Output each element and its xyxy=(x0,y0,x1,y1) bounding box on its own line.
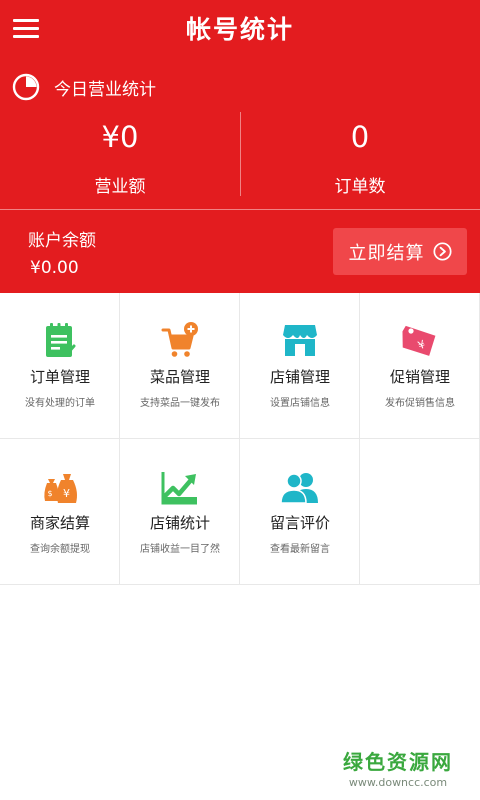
orders-value: 0 xyxy=(350,120,370,154)
revenue-stat: ¥0 营业额 xyxy=(0,112,240,198)
grid-item-name: 留言评价 xyxy=(269,514,330,532)
balance-label: 账户余额 xyxy=(28,231,96,251)
grid-item-store-management[interactable]: 店铺管理 设置店铺信息 xyxy=(240,293,360,439)
grid-item-desc: 查询余额提现 xyxy=(30,544,90,555)
function-grid: 订单管理 没有处理的订单 菜品管理 支持菜品一键发布 店铺管理 设置店铺信息 ¥… xyxy=(0,293,480,586)
orders-stat: 0 订单数 xyxy=(240,112,480,198)
watermark-url: www.downcc.com xyxy=(348,776,448,789)
grid-item-name: 商家结算 xyxy=(29,514,90,532)
site-watermark: 绿色资源网 www.downcc.com xyxy=(336,746,460,789)
grid-item-store-statistics[interactable]: 店铺统计 店铺收益一目了然 xyxy=(120,439,240,585)
grid-item-empty xyxy=(360,439,480,585)
grid-item-name: 店铺统计 xyxy=(149,514,210,532)
grid-item-desc: 没有处理的订单 xyxy=(25,398,95,409)
page-title: 帐号统计 xyxy=(185,15,294,44)
order-clipboard-icon xyxy=(46,323,76,357)
svg-text:$: $ xyxy=(48,489,53,498)
storefront-icon xyxy=(283,325,317,356)
top-bar: 帐号统计 xyxy=(0,0,480,60)
svg-text:¥: ¥ xyxy=(63,487,70,500)
grid-item-promotion-management[interactable]: ¥ 促销管理 发布促销售信息 xyxy=(360,293,480,439)
grid-item-desc: 发布促销售信息 xyxy=(385,398,455,409)
stats-row: ¥0 营业额 0 订单数 xyxy=(0,112,480,198)
today-stats-label: 今日营业统计 xyxy=(54,79,156,100)
today-stats-heading: 今日营业统计 xyxy=(12,72,156,102)
orders-label: 订单数 xyxy=(334,177,386,197)
watermark-brand: 绿色资源网 xyxy=(343,750,453,774)
grid-item-name: 菜品管理 xyxy=(149,368,210,386)
grid-item-merchant-settlement[interactable]: ¥ $ 商家结算 查询余额提现 xyxy=(0,439,120,585)
chevron-right-circle-icon xyxy=(432,242,452,261)
pie-chart-icon xyxy=(12,73,40,101)
grid-item-name: 订单管理 xyxy=(29,368,90,386)
grid-item-desc: 设置店铺信息 xyxy=(270,398,330,409)
users-icon xyxy=(280,473,318,504)
balance-divider xyxy=(0,209,480,210)
grid-item-comments-reviews[interactable]: 留言评价 查看最新留言 xyxy=(240,439,360,585)
shopping-cart-add-icon xyxy=(161,322,198,357)
trend-chart-icon xyxy=(161,472,197,505)
settle-now-button[interactable]: 立即结算 xyxy=(333,228,467,275)
grid-item-desc: 店铺收益一目了然 xyxy=(140,544,220,555)
money-bag-icon: ¥ $ xyxy=(44,474,77,503)
settle-button-label: 立即结算 xyxy=(348,242,425,264)
price-tag-icon: ¥ xyxy=(402,325,436,356)
grid-item-name: 店铺管理 xyxy=(269,368,330,386)
balance-value: ¥0.00 xyxy=(30,258,79,278)
revenue-value: ¥0 xyxy=(101,120,139,154)
grid-item-name: 促销管理 xyxy=(389,368,450,386)
grid-item-order-management[interactable]: 订单管理 没有处理的订单 xyxy=(0,293,120,439)
grid-item-desc: 支持菜品一键发布 xyxy=(140,398,220,409)
revenue-label: 营业额 xyxy=(94,177,146,197)
grid-item-dish-management[interactable]: 菜品管理 支持菜品一键发布 xyxy=(120,293,240,439)
header-panel: 帐号统计 今日营业统计 ¥0 营业额 0 订单数 账户余额 ¥0.00 立即结算 xyxy=(0,0,480,293)
grid-item-desc: 查看最新留言 xyxy=(270,544,330,555)
